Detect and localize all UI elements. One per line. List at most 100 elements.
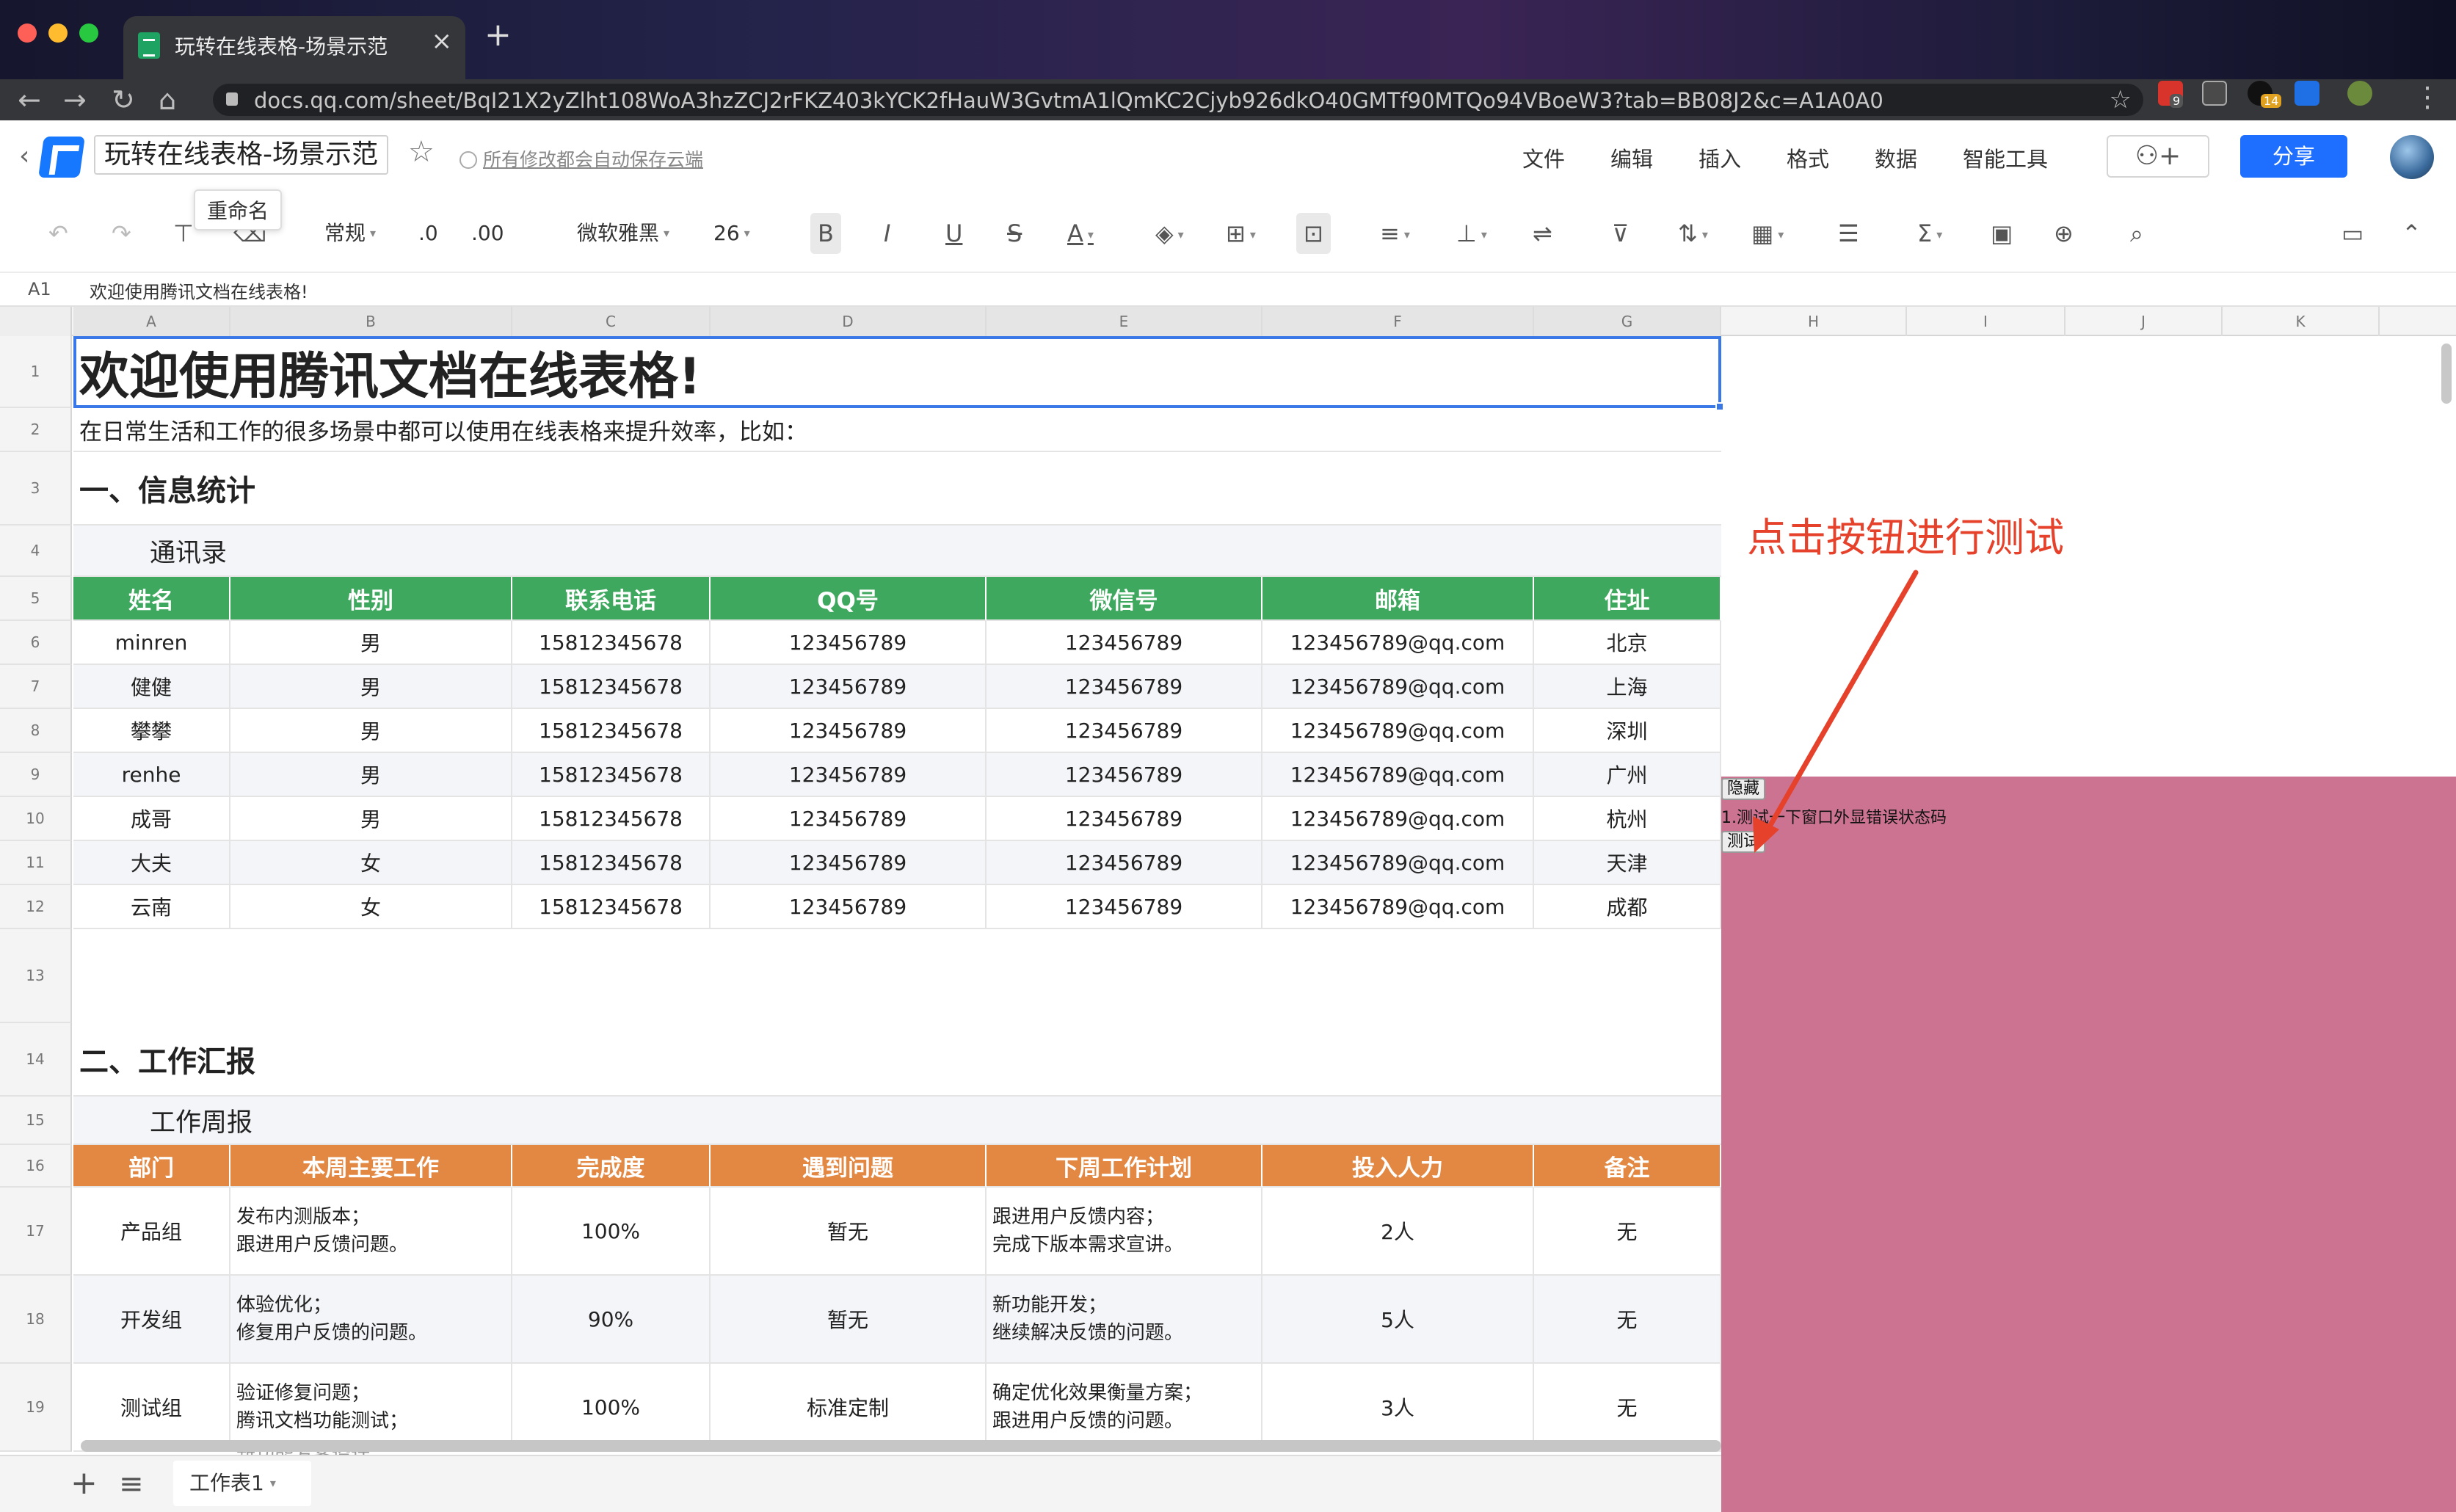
menu-format[interactable]: 格式	[1787, 142, 1829, 173]
table1-cell[interactable]: 广州	[1534, 753, 1721, 797]
row-header[interactable]: 9	[0, 753, 72, 797]
table1-header[interactable]: 邮箱	[1262, 577, 1534, 621]
table2-header[interactable]: 遇到问题	[711, 1145, 987, 1188]
table2-header[interactable]: 部门	[73, 1145, 230, 1188]
table1-cell[interactable]: renhe	[73, 753, 230, 797]
table1-cell[interactable]: 云南	[73, 885, 230, 929]
column-header-k[interactable]: K	[2223, 307, 2380, 336]
merge-cells-icon[interactable]: ⊡	[1296, 213, 1331, 254]
table2-header[interactable]: 备注	[1534, 1145, 1721, 1188]
table2-caption[interactable]: 工作周报	[73, 1097, 1721, 1145]
row-header[interactable]: 17	[0, 1188, 72, 1276]
row-header[interactable]: 12	[0, 885, 72, 929]
row-header[interactable]: 14	[0, 1023, 72, 1097]
column-header-g[interactable]: G	[1534, 307, 1721, 336]
table2-cell[interactable]: 无	[1534, 1364, 1721, 1452]
table1-cell[interactable]: 123456789	[711, 885, 987, 929]
home-icon[interactable]: ⌂	[159, 82, 176, 117]
bold-button[interactable]: B	[810, 213, 841, 254]
table1-cell[interactable]: 15812345678	[512, 841, 711, 885]
row-header[interactable]: 1	[0, 336, 72, 408]
row-header[interactable]: 13	[0, 929, 72, 1023]
row-header[interactable]: 11	[0, 841, 72, 885]
table1-header[interactable]: 姓名	[73, 577, 230, 621]
table1-cell[interactable]: 成哥	[73, 797, 230, 841]
table1-header[interactable]: 联系电话	[512, 577, 711, 621]
table1-cell[interactable]: 男	[230, 709, 512, 753]
table2-cell[interactable]: 体验优化； 修复用户反馈的问题。	[230, 1276, 512, 1364]
row-header[interactable]: 15	[0, 1097, 72, 1145]
column-header-h[interactable]: H	[1721, 307, 1907, 336]
row-header[interactable]: 19	[0, 1364, 72, 1452]
table2-cell[interactable]: 100%	[512, 1364, 711, 1452]
table2-cell[interactable]: 无	[1534, 1276, 1721, 1364]
strikethrough-button[interactable]: S	[1007, 213, 1022, 254]
table1-cell[interactable]: 成都	[1534, 885, 1721, 929]
table1-cell[interactable]: 123456789	[711, 753, 987, 797]
conditional-format-icon[interactable]: ▦ ▾	[1751, 213, 1784, 254]
table2-cell[interactable]: 测试组	[73, 1364, 230, 1452]
save-status[interactable]: 所有修改都会自动保存云端	[459, 145, 703, 172]
wrap-text-icon[interactable]: ⇌	[1533, 213, 1552, 254]
table1-cell[interactable]: minren	[73, 621, 230, 665]
filter-icon[interactable]: ⊽	[1612, 213, 1629, 254]
table1-header[interactable]: 性别	[230, 577, 512, 621]
table1-cell[interactable]: 123456789	[987, 709, 1262, 753]
add-collaborator-button[interactable]: ⚇+	[2107, 135, 2209, 178]
table1-cell[interactable]: 123456789@qq.com	[1262, 841, 1534, 885]
column-header-e[interactable]: E	[987, 307, 1262, 336]
table1-cell[interactable]: 女	[230, 885, 512, 929]
table2-cell[interactable]: 开发组	[73, 1276, 230, 1364]
table1-cell[interactable]: 北京	[1534, 621, 1721, 665]
table2-cell[interactable]: 暂无	[711, 1188, 987, 1276]
sort-icon[interactable]: ⇅ ▾	[1678, 213, 1708, 254]
table2-cell[interactable]: 标准定制	[711, 1364, 987, 1452]
table1-cell[interactable]: 123456789	[987, 621, 1262, 665]
row-header[interactable]: 4	[0, 526, 72, 577]
table1-cell[interactable]: 123456789@qq.com	[1262, 665, 1534, 709]
maximize-window-button[interactable]	[79, 23, 98, 43]
table2-cell[interactable]: 100%	[512, 1188, 711, 1276]
redo-icon[interactable]: ↷	[112, 213, 131, 254]
table1-cell[interactable]: 男	[230, 797, 512, 841]
table1-cell[interactable]: 123456789	[711, 841, 987, 885]
row-header[interactable]: 18	[0, 1276, 72, 1364]
align-icon[interactable]: ≡ ▾	[1380, 213, 1410, 254]
table1-cell[interactable]: 123456789	[711, 797, 987, 841]
avatar[interactable]	[2390, 135, 2434, 179]
table2-cell[interactable]: 产品组	[73, 1188, 230, 1276]
table1-cell[interactable]: 男	[230, 621, 512, 665]
row-header[interactable]: 10	[0, 797, 72, 841]
table1-cell[interactable]: 123456789	[987, 885, 1262, 929]
star-icon[interactable]: ☆	[408, 135, 435, 169]
table1-cell[interactable]: 123456789@qq.com	[1262, 797, 1534, 841]
row-header[interactable]: 7	[0, 665, 72, 709]
italic-button[interactable]: I	[884, 213, 890, 254]
table2-cell[interactable]: 暂无	[711, 1276, 987, 1364]
number-format-select[interactable]: 常规 ▾	[324, 213, 376, 254]
table2-cell[interactable]: 无	[1534, 1188, 1721, 1276]
undo-icon[interactable]: ↶	[48, 213, 68, 254]
column-header-f[interactable]: F	[1262, 307, 1534, 336]
share-button[interactable]: 分享	[2240, 135, 2347, 178]
table1-cell[interactable]: 123456789	[711, 709, 987, 753]
row-header[interactable]: 16	[0, 1145, 72, 1188]
table2-header[interactable]: 本周主要工作	[230, 1145, 512, 1188]
menu-edit[interactable]: 编辑	[1610, 142, 1653, 173]
new-tab-button[interactable]: +	[484, 19, 512, 51]
format-painter-icon[interactable]: ⊤	[173, 213, 194, 254]
table2-cell[interactable]: 3人	[1262, 1364, 1534, 1452]
add-sheet-icon[interactable]: +	[70, 1465, 98, 1502]
table1-cell[interactable]: 15812345678	[512, 885, 711, 929]
row-header[interactable]: 5	[0, 577, 72, 621]
table1-cell[interactable]: 123456789	[987, 665, 1262, 709]
minimize-window-button[interactable]	[48, 23, 68, 43]
table1-caption[interactable]: 通讯录	[73, 526, 1721, 577]
row-header[interactable]: 2	[0, 408, 72, 452]
column-header-b[interactable]: B	[230, 307, 512, 336]
table2-cell[interactable]: 2人	[1262, 1188, 1534, 1276]
row-header[interactable]: 6	[0, 621, 72, 665]
table1-cell[interactable]: 15812345678	[512, 665, 711, 709]
table2-cell[interactable]: 验证修复问题； 腾讯文档功能测试；	[230, 1364, 512, 1452]
table1-cell[interactable]: 123456789@qq.com	[1262, 885, 1534, 929]
